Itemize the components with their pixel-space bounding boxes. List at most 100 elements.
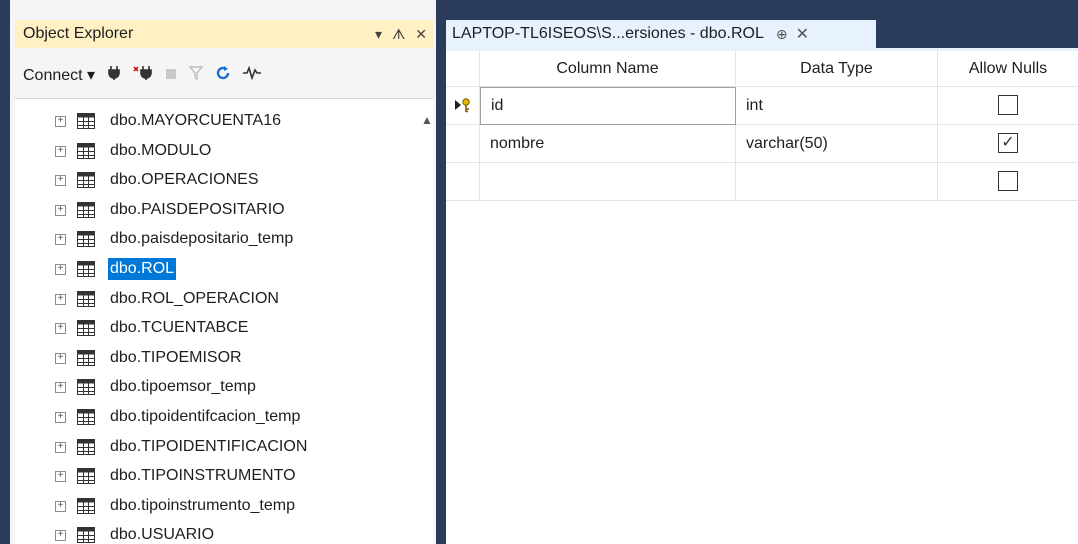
- allow-nulls-checkbox[interactable]: [998, 171, 1018, 191]
- expand-icon[interactable]: +: [55, 323, 66, 335]
- tree-node-table[interactable]: + dbo.paisdepositario_temp: [15, 225, 415, 253]
- tree-node-table[interactable]: + dbo.TIPOIDENTIFICACION: [15, 433, 415, 461]
- expand-icon[interactable]: +: [55, 116, 66, 127]
- table-icon: [77, 349, 95, 366]
- expand-icon[interactable]: +: [55, 204, 66, 216]
- close-icon[interactable]: ✕: [415, 26, 427, 43]
- primary-key-icon: [454, 97, 472, 118]
- data-type-cell[interactable]: [736, 163, 938, 201]
- tree-node-table[interactable]: + dbo.tipoidentifcacion_temp: [15, 403, 415, 431]
- tree-node-label: dbo.MODULO: [110, 141, 212, 159]
- tree-node-table[interactable]: + dbo.TIPOEMISOR: [15, 344, 415, 372]
- tree-node-label: dbo.TCUENTABCE: [110, 319, 249, 337]
- expand-icon[interactable]: +: [55, 293, 66, 305]
- table-icon: [77, 320, 95, 337]
- tree-node-table[interactable]: + dbo.MAYORCUENTA16: [15, 107, 415, 135]
- expand-icon[interactable]: +: [55, 500, 66, 512]
- column-name-cell[interactable]: id: [480, 87, 736, 125]
- document-tab-title: LAPTOP-TL6ISEOS\S...ersiones - dbo.ROL: [452, 25, 764, 42]
- column-name-cell[interactable]: nombre: [480, 125, 736, 163]
- tree-node-label: dbo.tipoinstrumento_temp: [110, 496, 295, 514]
- auto-hide-pin-icon[interactable]: ᗑ: [392, 26, 405, 43]
- stop-icon[interactable]: [165, 67, 177, 84]
- tree-node-label: dbo.ROL_OPERACION: [110, 289, 279, 307]
- tree-node-table[interactable]: + dbo.ROL_OPERACION: [15, 285, 415, 313]
- expand-icon[interactable]: +: [55, 530, 66, 542]
- row-selector-header: [446, 51, 480, 87]
- tree-node-table[interactable]: + dbo.OPERACIONES: [15, 166, 415, 194]
- data-type-cell[interactable]: varchar(50): [736, 125, 938, 163]
- table-icon: [77, 468, 95, 485]
- tree-node-table[interactable]: + dbo.tipoinstrumento_temp: [15, 492, 415, 520]
- tree-node-table[interactable]: + dbo.tipoemsor_temp: [15, 373, 415, 401]
- row-selector[interactable]: [446, 87, 480, 125]
- allow-nulls-checkbox[interactable]: [998, 95, 1018, 115]
- tree-node-table[interactable]: + dbo.USUARIO: [15, 521, 415, 544]
- tree-node-label: dbo.PAISDEPOSITARIO: [110, 200, 285, 218]
- expand-icon[interactable]: +: [55, 471, 66, 483]
- table-icon: [77, 290, 95, 307]
- expand-icon[interactable]: +: [55, 441, 66, 453]
- data-type-cell[interactable]: int: [736, 87, 938, 125]
- tree-node-label: dbo.TIPOIDENTIFICACION: [110, 437, 308, 455]
- expand-icon[interactable]: +: [55, 352, 66, 364]
- table-icon: [77, 438, 95, 455]
- expand-icon[interactable]: +: [55, 412, 66, 423]
- tree-node-table[interactable]: + dbo.TIPOINSTRUMENTO: [15, 462, 415, 490]
- allow-nulls-cell: ✓: [938, 125, 1078, 163]
- scroll-up-arrow-icon[interactable]: ▲: [421, 113, 433, 127]
- activity-monitor-icon[interactable]: [243, 65, 262, 84]
- table-designer-grid: Column Name Data Type Allow Nulls id int n…: [446, 48, 1078, 544]
- disconnect-icon[interactable]: [133, 65, 153, 85]
- table-icon: [77, 497, 95, 514]
- tree-node-label: dbo.USUARIO: [110, 526, 215, 544]
- object-explorer-title: Object Explorer: [23, 25, 134, 42]
- pin-tab-icon[interactable]: ⊕: [776, 26, 788, 43]
- close-tab-icon[interactable]: ✕: [796, 24, 809, 44]
- tree-node-table[interactable]: + dbo.MODULO: [15, 137, 415, 165]
- row-selector[interactable]: [446, 125, 480, 163]
- tree-node-label: dbo.ROL: [108, 258, 177, 280]
- allow-nulls-header: Allow Nulls: [938, 51, 1078, 87]
- row-selector[interactable]: [446, 163, 480, 201]
- tree-node-table[interactable]: + dbo.PAISDEPOSITARIO: [15, 196, 415, 224]
- table-icon: [77, 201, 95, 218]
- expand-icon[interactable]: +: [55, 234, 66, 246]
- tree-node-label: dbo.paisdepositario_temp: [110, 230, 294, 248]
- tree-node-label: dbo.OPERACIONES: [110, 171, 259, 189]
- allow-nulls-cell: [938, 163, 1078, 201]
- table-icon: [77, 261, 95, 277]
- connect-icon[interactable]: [107, 65, 121, 85]
- table-icon: [77, 527, 95, 544]
- object-explorer-title-bar: Object Explorer ▾ ᗑ ✕: [15, 20, 433, 48]
- object-explorer-tree: ▲ + dbo.MAYORCUENTA16 + dbo.MODULO + dbo.OPER…: [15, 98, 433, 544]
- window-position-dropdown-icon[interactable]: ▾: [375, 26, 382, 43]
- table-icon: [77, 142, 95, 159]
- tree-node-label: dbo.TIPOEMISOR: [110, 348, 242, 366]
- allow-nulls-cell: [938, 87, 1078, 125]
- tree-node-table[interactable]: + dbo.ROL: [15, 255, 415, 283]
- expand-icon[interactable]: +: [55, 175, 66, 187]
- tree-node-table[interactable]: + dbo.TCUENTABCE: [15, 314, 415, 342]
- column-name-header: Column Name: [480, 51, 736, 87]
- allow-nulls-checkbox[interactable]: ✓: [998, 133, 1018, 153]
- refresh-icon[interactable]: [215, 65, 231, 85]
- filter-icon[interactable]: [188, 66, 204, 84]
- expand-icon[interactable]: +: [55, 145, 66, 157]
- expand-icon[interactable]: +: [55, 382, 66, 394]
- table-icon: [77, 231, 95, 248]
- expand-icon[interactable]: +: [55, 264, 66, 275]
- column-name-cell[interactable]: [480, 163, 736, 201]
- table-icon: [77, 409, 95, 425]
- tree-node-label: dbo.MAYORCUENTA16: [110, 112, 282, 129]
- data-type-header: Data Type: [736, 51, 938, 87]
- document-tab[interactable]: LAPTOP-TL6ISEOS\S...ersiones - dbo.ROL ⊕…: [446, 20, 876, 48]
- table-icon: [77, 113, 95, 129]
- connect-button[interactable]: Connect ▾: [23, 65, 95, 85]
- table-icon: [77, 379, 95, 396]
- table-icon: [77, 172, 95, 189]
- tree-node-label: dbo.TIPOINSTRUMENTO: [110, 467, 296, 485]
- object-explorer-toolbar: Connect ▾: [15, 58, 433, 92]
- tree-node-label: dbo.tipoidentifcacion_temp: [110, 408, 301, 425]
- tree-node-label: dbo.tipoemsor_temp: [110, 378, 256, 396]
